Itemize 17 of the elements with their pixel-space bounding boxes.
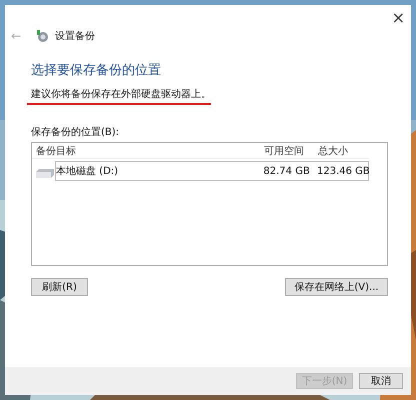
backup-icon	[35, 29, 50, 43]
table-cell-text: 123.46 GB	[316, 166, 368, 176]
table-cell-text: 本地磁盘 (D:)	[56, 164, 120, 178]
footer-button[interactable]: 取消	[359, 373, 403, 389]
action-button[interactable]: 保存在网络上(V)...	[285, 278, 388, 296]
column-header[interactable]: 可用空间	[260, 144, 314, 158]
window-title: 设置备份	[55, 30, 96, 43]
drive-row[interactable]: 本地磁盘 (D:) 82.74 GB 123.46 GB	[55, 161, 369, 181]
column-header[interactable]: 备份目标	[32, 144, 260, 158]
drive-icon	[35, 167, 55, 179]
action-button[interactable]: 刷新(R)	[31, 278, 88, 296]
table-cell-text: 82.74 GB	[262, 166, 311, 176]
list-label: 保存备份的位置(B):	[31, 126, 120, 139]
recommendation-text: 建议你将备份保存在外部硬盘驱动器上。	[31, 88, 211, 101]
column-header[interactable]: 总大小	[314, 144, 369, 158]
page-heading: 选择要保存备份的位置	[31, 62, 162, 79]
close-button[interactable]: ×	[386, 7, 411, 29]
